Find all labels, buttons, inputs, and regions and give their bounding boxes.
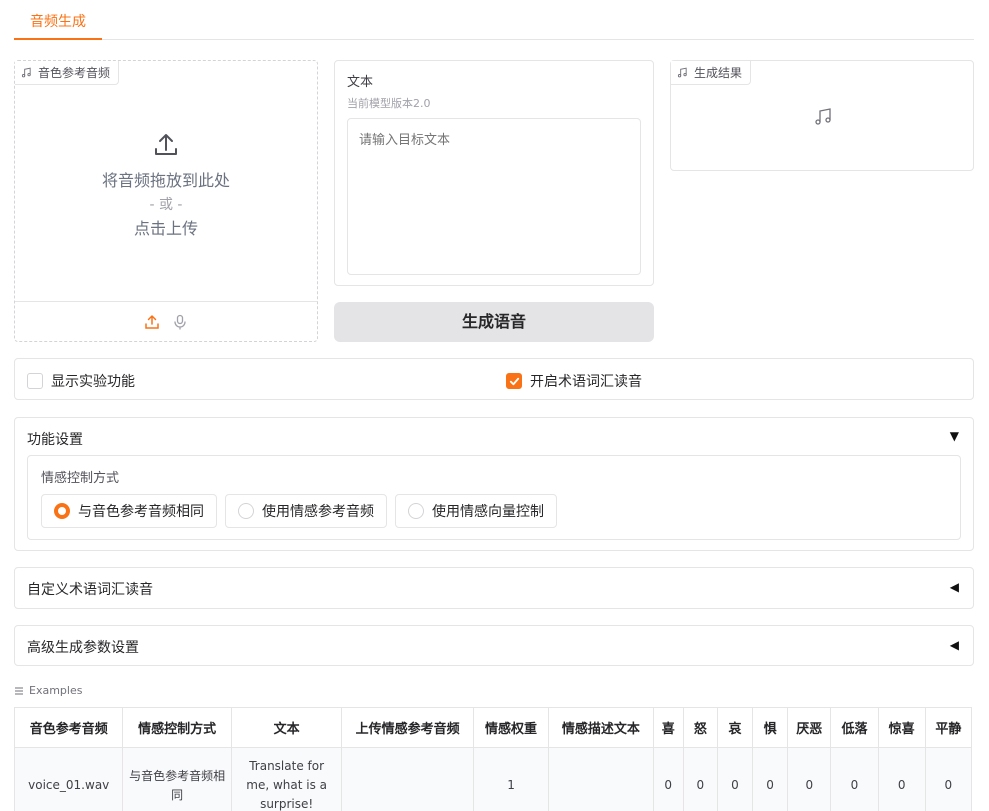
table-cell: 0 — [925, 747, 973, 811]
expand-arrow-icon[interactable]: ◀ — [950, 580, 959, 594]
table-cell: 0 — [878, 747, 926, 811]
tab-audio-generation[interactable]: 音频生成 — [14, 0, 102, 40]
drop-text: 将音频拖放到此处 — [101, 171, 230, 190]
table-header-row: 音色参考音频 情感控制方式 文本 上传情感参考音频 情感权重 情感描述文本 喜 … — [14, 707, 973, 748]
checkmark-icon — [509, 377, 519, 385]
table-cell: 与音色参考音频相同 — [122, 747, 232, 811]
radio-dot[interactable] — [238, 503, 254, 519]
experimental-toggle[interactable]: 显示实验功能 — [27, 371, 135, 391]
generate-speech-button[interactable]: 生成语音 — [334, 302, 654, 342]
table-cell: Translate for me, what is a surprise! — [231, 747, 343, 811]
table-cell: voice_01.wav — [14, 747, 124, 811]
music-note-icon — [21, 67, 31, 78]
text-input-title: 文本 — [347, 75, 374, 90]
table-cell — [341, 747, 474, 811]
table-cell: 0 — [830, 747, 879, 811]
column-header: 惊喜 — [878, 707, 926, 748]
options-row: 显示实验功能 开启术语词汇读音 — [14, 358, 974, 400]
radio-dot[interactable] — [54, 503, 70, 519]
table-cell: 0 — [787, 747, 832, 811]
column-header: 怒 — [683, 707, 718, 748]
upload-source-icon[interactable] — [144, 314, 160, 330]
or-text: - 或 - — [149, 197, 183, 213]
collapse-arrow-icon[interactable]: ▼ — [950, 429, 959, 443]
column-header: 厌恶 — [787, 707, 832, 748]
column-header: 平静 — [925, 707, 973, 748]
column-header: 情感权重 — [473, 707, 550, 748]
reference-audio-label: 音色参考音频 — [15, 61, 120, 85]
examples-table: 音色参考音频 情感控制方式 文本 上传情感参考音频 情感权重 情感描述文本 喜 … — [14, 707, 973, 811]
table-cell: 0 — [683, 747, 718, 811]
upload-source-bar — [15, 301, 317, 341]
model-version-text: 当前模型版本2.0 — [347, 97, 431, 110]
radio-same-as-reference[interactable]: 与音色参考音频相同 — [41, 494, 217, 528]
experimental-checkbox[interactable] — [27, 373, 43, 389]
table-cell: 1 — [473, 747, 550, 811]
result-label: 生成结果 — [671, 61, 752, 85]
feature-settings-accordion: 功能设置 ▼ 情感控制方式 与音色参考音频相同 使用情感参考音频 使用情感向量控… — [14, 417, 974, 551]
examples-label: Examples — [14, 684, 82, 697]
table-cell — [548, 747, 654, 811]
table-cell: 0 — [717, 747, 754, 811]
list-icon — [15, 687, 23, 694]
terms-checkbox[interactable] — [506, 373, 522, 389]
feature-settings-title[interactable]: 功能设置 — [27, 429, 83, 449]
column-header: 惧 — [752, 707, 789, 748]
terms-pronunciation-toggle[interactable]: 开启术语词汇读音 — [506, 371, 642, 391]
microphone-icon[interactable] — [172, 314, 188, 330]
target-text-input[interactable] — [347, 118, 641, 275]
emotion-control-label: 情感控制方式 — [41, 471, 120, 486]
column-header: 喜 — [653, 707, 684, 748]
column-header: 哀 — [717, 707, 754, 748]
column-header: 文本 — [231, 707, 343, 748]
table-row[interactable]: voice_01.wav 与音色参考音频相同 Translate for me,… — [14, 747, 973, 811]
expand-arrow-icon[interactable]: ◀ — [950, 638, 959, 652]
table-cell: 0 — [752, 747, 789, 811]
emotion-control-group: 情感控制方式 与音色参考音频相同 使用情感参考音频 使用情感向量控制 — [27, 455, 961, 540]
column-header: 上传情感参考音频 — [341, 707, 474, 748]
text-input-panel: 文本 当前模型版本2.0 — [334, 60, 654, 286]
upload-icon — [155, 134, 177, 155]
custom-terms-title[interactable]: 自定义术语词汇读音 — [27, 579, 153, 599]
click-upload-text: 点击上传 — [133, 219, 198, 238]
radio-dot[interactable] — [408, 503, 424, 519]
reference-audio-upload[interactable]: 音色参考音频 将音频拖放到此处 - 或 - 点击上传 — [14, 60, 318, 342]
radio-emotion-reference-audio[interactable]: 使用情感参考音频 — [225, 494, 387, 528]
custom-terms-accordion[interactable]: 自定义术语词汇读音 ◀ — [14, 567, 974, 609]
music-placeholder-icon — [815, 108, 831, 125]
music-note-icon — [677, 67, 687, 78]
result-audio-panel: 生成结果 — [670, 60, 974, 171]
tab-bar: 音频生成 — [14, 0, 974, 40]
column-header: 音色参考音频 — [14, 707, 124, 748]
column-header: 情感描述文本 — [548, 707, 654, 748]
upload-dropzone[interactable]: 将音频拖放到此处 - 或 - 点击上传 — [15, 131, 317, 241]
advanced-settings-title[interactable]: 高级生成参数设置 — [27, 637, 139, 657]
column-header: 低落 — [830, 707, 879, 748]
table-cell: 0 — [653, 747, 684, 811]
column-header: 情感控制方式 — [122, 707, 232, 748]
radio-emotion-vector[interactable]: 使用情感向量控制 — [395, 494, 557, 528]
advanced-settings-accordion[interactable]: 高级生成参数设置 ◀ — [14, 625, 974, 666]
